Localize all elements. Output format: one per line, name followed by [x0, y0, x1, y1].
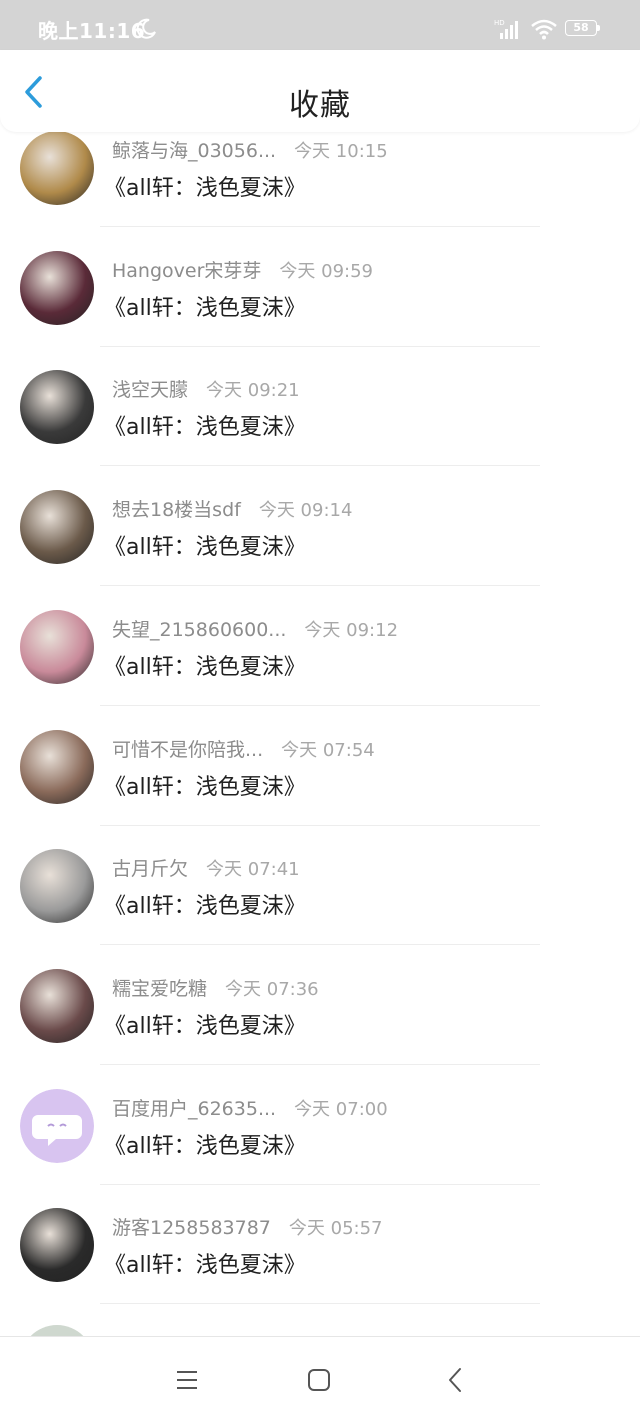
timestamp: 今天 07:41: [206, 859, 300, 880]
avatar[interactable]: [20, 610, 94, 684]
username[interactable]: 浅空天朦: [112, 379, 188, 401]
book-title[interactable]: 《all轩：浅色夏沫》: [104, 769, 306, 801]
username[interactable]: 糯宝爱吃糖: [112, 978, 207, 1000]
item-meta: 游客1258583787 今天 05:57: [112, 1213, 383, 1241]
list-item[interactable]: 百度用户_62635... 今天 07:00 《all轩：浅色夏沫》: [0, 1086, 640, 1206]
avatar[interactable]: [20, 849, 94, 923]
timestamp: 今天 09:59: [279, 261, 374, 282]
divider: [100, 825, 540, 826]
item-meta: 可惜不是你陪我... 今天 07:54: [112, 735, 375, 763]
list-item[interactable]: 游客1258583787 今天 05:57 《all轩：浅色夏沫》: [0, 1205, 640, 1325]
divider: [100, 346, 540, 347]
timestamp: 今天 07:00: [294, 1099, 388, 1120]
timestamp: 今天 09:14: [258, 500, 353, 521]
list-item[interactable]: 想去18楼当sdf 今天 09:14 《all轩：浅色夏沫》: [0, 487, 640, 607]
item-meta: 鲸落与海_03056... 今天 10:15: [112, 136, 388, 164]
list-item[interactable]: 失望_215860600... 今天 09:12 《all轩：浅色夏沫》: [0, 607, 640, 727]
timestamp: 今天 05:57: [288, 1218, 383, 1239]
book-title[interactable]: 《all轩：浅色夏沫》: [104, 1247, 306, 1279]
favorites-list[interactable]: 鲸落与海_03056... 今天 10:15 《all轩：浅色夏沫》 Hangover…: [0, 0, 640, 1336]
username[interactable]: 百度用户_62635...: [112, 1098, 276, 1120]
list-item[interactable]: 古月斤欠 今天 07:41 《all轩：浅色夏沫》: [0, 846, 640, 966]
divider: [100, 1064, 540, 1065]
divider: [100, 705, 540, 706]
avatar[interactable]: [20, 131, 94, 205]
username[interactable]: 失望_215860600...: [112, 619, 286, 641]
item-meta: 想去18楼当sdf 今天 09:14: [112, 495, 352, 523]
avatar[interactable]: [20, 1089, 94, 1163]
username[interactable]: 鲸落与海_03056...: [112, 140, 276, 162]
book-title[interactable]: 《all轩：浅色夏沫》: [104, 1008, 306, 1040]
book-title[interactable]: 《all轩：浅色夏沫》: [104, 529, 306, 561]
book-title[interactable]: 《all轩：浅色夏沫》: [104, 409, 306, 441]
book-title[interactable]: 《all轩：浅色夏沫》: [104, 170, 306, 202]
divider: [100, 226, 540, 227]
username[interactable]: Hangover宋芽芽: [112, 260, 261, 282]
page-title: 收藏: [289, 88, 351, 123]
list-item[interactable]: 糯宝爱吃糖 今天 07:36 《all轩：浅色夏沫》: [0, 966, 640, 1086]
nav-bar: [0, 1336, 640, 1423]
list-item[interactable]: Hangover宋芽芽 今天 09:59 《all轩：浅色夏沫》: [0, 248, 640, 368]
book-title[interactable]: 《all轩：浅色夏沫》: [104, 649, 306, 681]
timestamp: 今天 09:12: [304, 620, 399, 641]
avatar[interactable]: [20, 1208, 94, 1282]
timestamp: 今天 07:36: [225, 979, 319, 1000]
avatar[interactable]: [20, 490, 94, 564]
header: 收藏: [0, 50, 640, 132]
divider: [100, 465, 540, 466]
divider: [100, 1303, 540, 1304]
username[interactable]: 游客1258583787: [112, 1217, 271, 1239]
book-title[interactable]: 《all轩：浅色夏沫》: [104, 1128, 306, 1160]
timestamp: 今天 10:15: [294, 141, 388, 162]
timestamp: 今天 09:21: [206, 380, 300, 401]
list-item[interactable]: 浅空天朦 今天 09:21 《all轩：浅色夏沫》: [0, 367, 640, 487]
list-item[interactable]: 可惜不是你陪我... 今天 07:54 《all轩：浅色夏沫》: [0, 727, 640, 847]
list-item[interactable]: 鲸落与海_03056... 今天 10:15 《all轩：浅色夏沫》: [0, 128, 640, 248]
username[interactable]: 想去18楼当sdf: [112, 499, 241, 521]
item-meta: 古月斤欠 今天 07:41: [112, 854, 300, 882]
divider: [100, 1184, 540, 1185]
item-meta: 失望_215860600... 今天 09:12: [112, 615, 398, 643]
book-title[interactable]: 《all轩：浅色夏沫》: [104, 888, 306, 920]
item-meta: 浅空天朦 今天 09:21: [112, 375, 300, 403]
home-square-icon[interactable]: [306, 1367, 332, 1393]
username[interactable]: 古月斤欠: [112, 858, 188, 880]
book-title[interactable]: 《all轩：浅色夏沫》: [104, 290, 306, 322]
menu-icon[interactable]: [174, 1367, 200, 1393]
item-meta: 百度用户_62635... 今天 07:00: [112, 1094, 388, 1122]
avatar[interactable]: [20, 251, 94, 325]
avatar[interactable]: [20, 730, 94, 804]
username[interactable]: 可惜不是你陪我...: [112, 739, 263, 761]
item-meta: Hangover宋芽芽 今天 09:59: [112, 256, 373, 284]
divider: [100, 585, 540, 586]
avatar[interactable]: [20, 1325, 94, 1336]
avatar[interactable]: [20, 370, 94, 444]
timestamp: 今天 07:54: [281, 740, 375, 761]
item-meta: 糯宝爱吃糖 今天 07:36: [112, 974, 319, 1002]
back-triangle-icon[interactable]: [442, 1365, 468, 1395]
avatar[interactable]: [20, 969, 94, 1043]
divider: [100, 944, 540, 945]
